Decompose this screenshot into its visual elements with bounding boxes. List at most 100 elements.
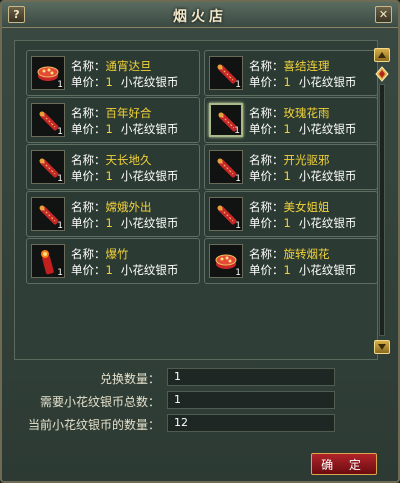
item-currency: 小花纹银币 (298, 122, 357, 136)
item-icon-slot[interactable]: 1 (31, 197, 65, 231)
item-price-row: 单价：1 小花纹银币 (249, 262, 356, 278)
shop-item[interactable]: 1 名称：通宵达旦 单价：1 小花纹银币 (26, 50, 200, 96)
name-label: 名称： (71, 153, 106, 167)
shop-item[interactable]: 1 名称：嫦娥外出 单价：1 小花纹银币 (26, 191, 200, 237)
price-label: 单价： (71, 122, 106, 136)
scroll-down-button[interactable] (374, 340, 390, 354)
title-bar[interactable]: ? 烟火店 ✕ (2, 2, 398, 28)
shop-item[interactable]: 1 名称：开光驱邪 单价：1 小花纹银币 (204, 144, 378, 190)
item-price: 1 (283, 263, 291, 277)
scroll-thumb[interactable] (375, 66, 389, 82)
item-name: 美女姐姐 (283, 200, 330, 214)
item-price: 1 (283, 169, 291, 183)
item-name-row: 名称：嫦娥外出 (71, 199, 152, 215)
shop-item[interactable]: 1 名称：玫瑰花雨 单价：1 小花纹银币 (204, 97, 378, 143)
exchange-qty-label: 兑换数量： (99, 372, 160, 386)
item-icon-slot[interactable]: 1 (209, 197, 243, 231)
scroll-track[interactable] (379, 84, 385, 336)
item-price-row: 单价：1 小花纹银币 (249, 121, 356, 137)
close-button[interactable]: ✕ (375, 6, 392, 23)
current-coins-label: 当前小花纹银币的数量： (27, 418, 160, 432)
item-quantity: 1 (235, 80, 241, 90)
item-scrollbar[interactable] (374, 48, 390, 356)
item-price: 1 (283, 75, 291, 89)
item-price-row: 单价：1 小花纹银币 (71, 121, 178, 137)
name-label: 名称： (249, 247, 284, 261)
item-name-row: 名称：百年好合 (71, 105, 152, 121)
price-label: 单价： (71, 216, 106, 230)
item-price-row: 单价：1 小花纹银币 (71, 168, 178, 184)
name-label: 名称： (71, 59, 106, 73)
item-currency: 小花纹银币 (120, 169, 179, 183)
item-icon-slot[interactable]: 1 (31, 56, 65, 90)
arrow-down-icon (378, 344, 386, 350)
item-name-row: 名称：开光驱邪 (249, 152, 330, 168)
price-label: 单价： (249, 122, 284, 136)
price-label: 单价： (71, 75, 106, 89)
item-currency: 小花纹银币 (298, 263, 357, 277)
shop-item[interactable]: 1 名称：美女姐姐 单价：1 小花纹银币 (204, 191, 378, 237)
item-name-row: 名称：通宵达旦 (71, 58, 152, 74)
shop-item[interactable]: 1 名称：爆竹 单价：1 小花纹银币 (26, 238, 200, 284)
price-label: 单价： (249, 216, 284, 230)
shop-item[interactable]: 1 名称：百年好合 单价：1 小花纹银币 (26, 97, 200, 143)
item-name-row: 名称：喜结连理 (249, 58, 330, 74)
required-total-field: 1 (167, 391, 335, 409)
item-price-row: 单价：1 小花纹银币 (249, 215, 356, 231)
item-price: 1 (105, 216, 113, 230)
firework-shop-window: ? 烟火店 ✕ 1 名称：通宵达旦 单价：1 小花纹银币 1 名称：喜结连理 单价：1 小花纹… (0, 0, 400, 483)
item-price: 1 (283, 122, 291, 136)
item-price: 1 (105, 263, 113, 277)
item-quantity: 1 (235, 221, 241, 231)
item-currency: 小花纹银币 (298, 75, 357, 89)
item-quantity: 1 (234, 126, 240, 136)
item-quantity: 1 (57, 174, 63, 184)
item-name: 爆竹 (105, 247, 129, 261)
current-coins-field: 12 (167, 414, 335, 432)
item-currency: 小花纹银币 (120, 263, 179, 277)
item-icon-slot[interactable]: 1 (31, 103, 65, 137)
shop-item[interactable]: 1 名称：天长地久 单价：1 小花纹银币 (26, 144, 200, 190)
item-price-row: 单价：1 小花纹银币 (71, 262, 178, 278)
item-name: 玫瑰花雨 (283, 106, 330, 120)
price-label: 单价： (249, 263, 284, 277)
item-icon-slot[interactable]: 1 (209, 103, 243, 137)
confirm-button[interactable]: 确 定 (311, 453, 377, 475)
item-name: 喜结连理 (283, 59, 330, 73)
name-label: 名称： (71, 247, 106, 261)
item-currency: 小花纹银币 (120, 122, 179, 136)
item-name-row: 名称：美女姐姐 (249, 199, 330, 215)
item-icon-slot[interactable]: 1 (209, 244, 243, 278)
item-name: 百年好合 (105, 106, 152, 120)
item-name: 开光驱邪 (283, 153, 330, 167)
item-name-row: 名称：玫瑰花雨 (249, 105, 330, 121)
item-icon-slot[interactable]: 1 (31, 150, 65, 184)
item-currency: 小花纹银币 (298, 169, 357, 183)
price-label: 单价： (249, 75, 284, 89)
diamond-thumb-icon (375, 66, 389, 82)
exchange-qty-input[interactable]: 1 (167, 368, 335, 386)
arrow-up-icon (378, 52, 386, 58)
item-name: 通宵达旦 (105, 59, 152, 73)
name-label: 名称： (249, 153, 284, 167)
price-label: 单价： (71, 263, 106, 277)
name-label: 名称： (249, 106, 284, 120)
name-label: 名称： (249, 59, 284, 73)
item-currency: 小花纹银币 (120, 216, 179, 230)
name-label: 名称： (249, 200, 284, 214)
scroll-up-button[interactable] (374, 48, 390, 62)
required-total-label: 需要小花纹银币总数： (39, 395, 160, 409)
item-name-row: 名称：爆竹 (71, 246, 129, 262)
item-quantity: 1 (235, 268, 241, 278)
shop-item[interactable]: 1 名称：旋转烟花 单价：1 小花纹银币 (204, 238, 378, 284)
price-label: 单价： (71, 169, 106, 183)
item-icon-slot[interactable]: 1 (209, 150, 243, 184)
item-price-row: 单价：1 小花纹银币 (71, 74, 178, 90)
price-label: 单价： (249, 169, 284, 183)
item-name-row: 名称：天长地久 (71, 152, 152, 168)
item-price-row: 单价：1 小花纹银币 (249, 74, 356, 90)
item-icon-slot[interactable]: 1 (209, 56, 243, 90)
shop-item[interactable]: 1 名称：喜结连理 单价：1 小花纹银币 (204, 50, 378, 96)
item-icon-slot[interactable]: 1 (31, 244, 65, 278)
item-name: 天长地久 (105, 153, 152, 167)
